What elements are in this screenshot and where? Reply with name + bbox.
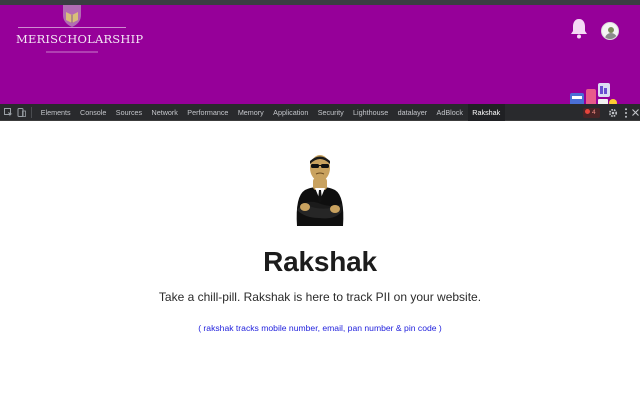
more-vert-icon[interactable] [624, 108, 628, 118]
tab-application[interactable]: Application [268, 104, 313, 121]
logo-tagline [46, 51, 98, 53]
tab-elements[interactable]: Elements [36, 104, 75, 121]
logo-divider [18, 27, 126, 28]
devtools-tabs: Elements Console Sources Network Perform… [36, 104, 505, 121]
site-header: MERISCHOLARSHIP [0, 5, 640, 109]
bell-icon[interactable] [569, 17, 589, 39]
tab-memory[interactable]: Memory [233, 104, 268, 121]
rakshak-panel: Rakshak Take a chill-pill. Rakshak is he… [0, 122, 640, 400]
inspect-icon[interactable] [4, 108, 13, 117]
devtools-toolbar: Elements Console Sources Network Perform… [0, 104, 640, 121]
shield-book-icon [63, 5, 81, 27]
device-toggle-icon[interactable] [17, 108, 26, 117]
tab-lighthouse[interactable]: Lighthouse [348, 104, 393, 121]
toolbar-divider [31, 107, 32, 118]
error-count-badge[interactable]: 4 [583, 108, 600, 118]
bodyguard-mascot-icon [296, 155, 344, 226]
settings-icon[interactable] [608, 108, 618, 118]
logo-text: MERISCHOLARSHIP [16, 32, 144, 46]
tab-security[interactable]: Security [313, 104, 348, 121]
error-icon [585, 109, 590, 114]
close-icon[interactable] [632, 109, 639, 116]
tab-console[interactable]: Console [75, 104, 111, 121]
panel-subtitle: Take a chill-pill. Rakshak is here to tr… [158, 290, 482, 304]
avatar[interactable] [601, 22, 619, 40]
tab-performance[interactable]: Performance [183, 104, 234, 121]
tab-adblock[interactable]: AdBlock [432, 104, 468, 121]
tab-rakshak[interactable]: Rakshak [467, 104, 505, 121]
tab-sources[interactable]: Sources [111, 104, 147, 121]
tab-datalayer[interactable]: datalayer [393, 104, 432, 121]
tracking-note: ( rakshak tracks mobile number, email, p… [198, 323, 442, 333]
site-logo[interactable]: MERISCHOLARSHIP [16, 5, 144, 61]
tab-network[interactable]: Network [147, 104, 183, 121]
error-count: 4 [592, 109, 596, 116]
panel-title: Rakshak [263, 246, 377, 277]
avatar-body [605, 33, 617, 39]
